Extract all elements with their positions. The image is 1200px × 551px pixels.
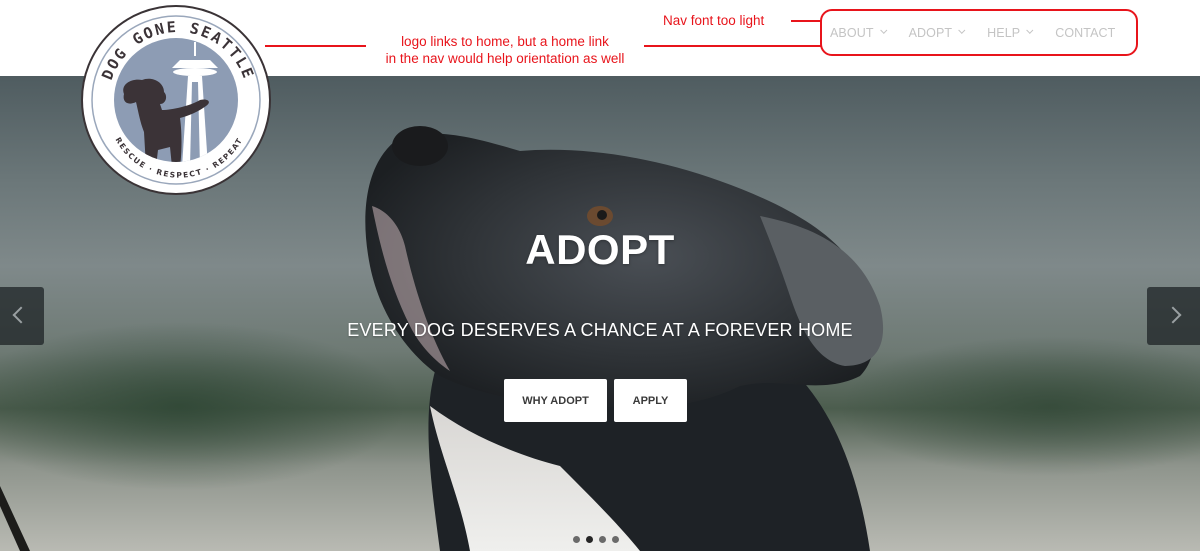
apply-button[interactable]: APPLY [614,379,687,422]
chevron-down-icon [958,26,966,34]
carousel-dot-2[interactable] [586,536,593,543]
annotation-line-logo-left [265,45,366,47]
nav-item-help[interactable]: HELP [987,25,1034,40]
chevron-down-icon [879,26,887,34]
carousel-prev-button[interactable] [0,287,44,345]
nav-item-label: CONTACT [1055,25,1116,40]
nav-item-contact[interactable]: CONTACT [1055,26,1115,40]
nav-item-label: ADOPT [908,25,953,40]
nav-item-adopt[interactable]: ADOPT [909,26,966,40]
nav-item-label: ABOUT [830,25,874,40]
carousel-dot-3[interactable] [599,536,606,543]
annotation-line-logo-right [644,45,822,47]
carousel-dot-1[interactable] [573,536,580,543]
hero-title: ADOPT [525,226,675,273]
page: ABOUT ADOPT HELP CONTACT logo links to h… [0,0,1200,551]
carousel-indicators [573,536,619,543]
hero-subtitle: EVERY DOG DESERVES A CHANCE AT A FOREVER… [347,320,853,340]
carousel-dot-4[interactable] [612,536,619,543]
chevron-right-icon [1164,306,1182,324]
nav-item-label: HELP [987,25,1021,40]
site-logo[interactable]: DOG GONE SEATTLE RESCUE · RESPECT · REPE… [80,2,272,196]
nav-item-about[interactable]: ABOUT [830,26,887,40]
why-adopt-button[interactable]: WHY ADOPT [504,379,607,422]
carousel-next-button[interactable] [1147,287,1200,345]
annotation-logo-note-line2: in the nav would help orientation as wel… [385,51,625,66]
logo-emblem: DOG GONE SEATTLE RESCUE · RESPECT · REPE… [81,5,271,195]
chevron-left-icon [12,306,30,324]
annotation-logo-note: logo links to home, but a home link in t… [366,33,644,67]
main-nav: ABOUT ADOPT HELP CONTACT [820,9,1138,56]
annotation-logo-note-line1: logo links to home, but a home link [401,34,609,49]
annotation-line-nav [791,20,822,22]
annotation-nav-note: Nav font too light [663,13,765,28]
chevron-down-icon [1026,26,1034,34]
